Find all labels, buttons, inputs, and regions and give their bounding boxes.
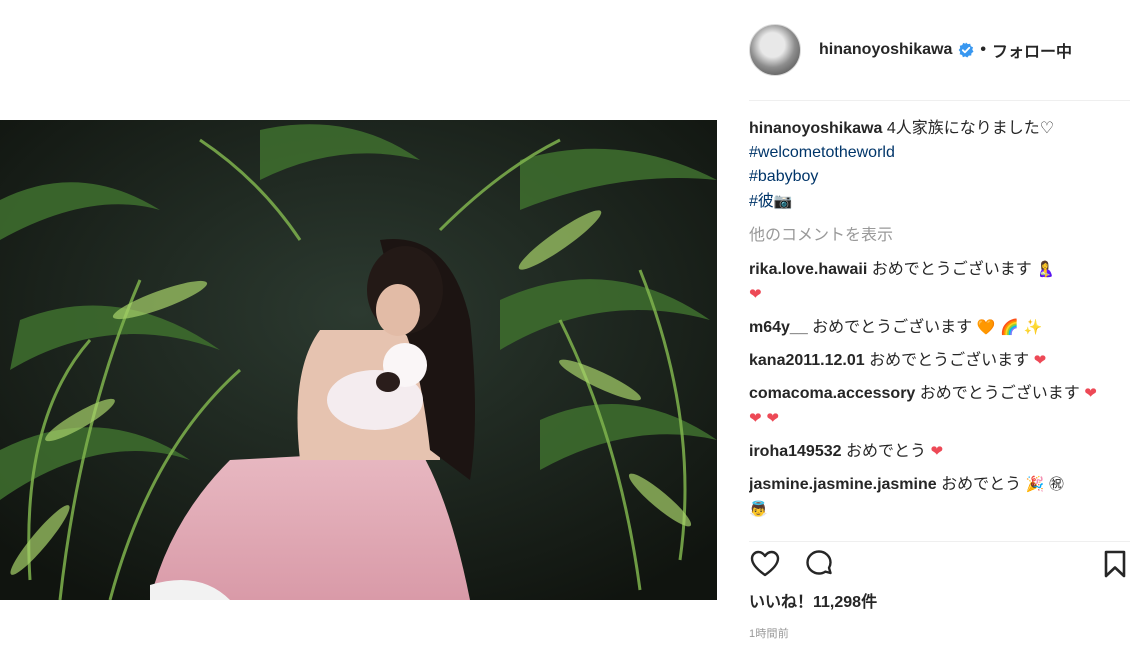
comment-item: iroha149532 おめでとう ❤ (749, 439, 1106, 464)
comment-emoji: ❤ (1033, 351, 1047, 369)
comment-item: m64y__ おめでとうございます 🧡 🌈 ✨ (749, 315, 1106, 340)
caption-text: 4人家族になりました♡ (886, 120, 1055, 137)
comment-username[interactable]: comacoma.accessory (749, 385, 915, 402)
speech-bubble-icon[interactable] (803, 548, 835, 580)
comment-text: おめでとう (941, 476, 1022, 493)
action-bar (749, 541, 1130, 582)
comment-emoji: 🧡 🌈 ✨ (976, 318, 1043, 336)
hashtag-welcometotheworld[interactable]: #welcometotheworld (749, 141, 1106, 165)
comment-username[interactable]: iroha149532 (749, 443, 842, 460)
comment-item: rika.love.hawaii おめでとうございます 🤱 ❤ (749, 257, 1106, 307)
hashtag-kare-line: #彼📷 (749, 189, 1106, 214)
likes-label: いいね！ (749, 594, 814, 611)
hashtag-kare[interactable]: #彼 (749, 193, 774, 210)
comment-text: おめでとうございます (919, 385, 1080, 402)
comment-username[interactable]: kana2011.12.01 (749, 352, 865, 369)
comment-text: おめでとうございます (869, 352, 1030, 369)
comment-emoji: ❤ (930, 442, 944, 460)
comment-item: jasmine.jasmine.jasmine おめでとう 🎉 ㊗ 👼 (749, 472, 1106, 522)
comment-username[interactable]: rika.love.hawaii (749, 261, 867, 278)
camera-emoji: 📷 (773, 192, 793, 210)
verified-badge-icon (959, 42, 974, 58)
comment-username[interactable]: jasmine.jasmine.jasmine (749, 476, 937, 493)
comment-emoji: 🤱 (1036, 260, 1055, 278)
comment-text: おめでとうございます (871, 261, 1032, 278)
bookmark-icon[interactable] (1099, 548, 1131, 580)
comment-item: kana2011.12.01 おめでとうございます ❤ (749, 348, 1106, 373)
header-divider (749, 100, 1130, 101)
post-side-panel: hinanoyoshikawa • フォロー中 hinanoyoshikawa … (749, 0, 1136, 647)
post-photo[interactable] (0, 120, 717, 600)
comment-text: おめでとうございます (812, 319, 973, 336)
post-header: hinanoyoshikawa • フォロー中 (749, 22, 1109, 78)
comment-item: comacoma.accessory おめでとうございます ❤ ❤ ❤ (749, 381, 1106, 431)
comment-username[interactable]: m64y__ (749, 319, 808, 336)
comment-emoji-heart: ❤ (749, 285, 762, 303)
comment-text: おめでとう (845, 443, 926, 460)
heart-outline-icon[interactable] (749, 548, 781, 580)
comments-list[interactable]: hinanoyoshikawa 4人家族になりました♡ #welcometoth… (749, 117, 1106, 537)
comment-emoji-angel: 👼 (749, 500, 768, 518)
caption-username[interactable]: hinanoyoshikawa (749, 120, 882, 137)
hashtag-babyboy[interactable]: #babyboy (749, 165, 1106, 189)
header-separator: • (980, 41, 986, 58)
post-photo-image (0, 120, 717, 600)
author-username[interactable]: hinanoyoshikawa (819, 41, 952, 59)
likes-number: 11,298件 (813, 594, 878, 611)
caption: hinanoyoshikawa 4人家族になりました♡ #welcometoth… (749, 117, 1106, 214)
comment-emoji: 🎉 ㊗ (1025, 475, 1065, 493)
like-count[interactable]: いいね！11,298件 (749, 588, 877, 612)
load-more-comments-button[interactable]: 他のコメントを表示 (749, 224, 1106, 248)
following-button[interactable]: フォロー中 (992, 38, 1072, 62)
avatar[interactable] (749, 24, 801, 76)
post-timestamp[interactable]: 1時間前 (749, 625, 789, 641)
